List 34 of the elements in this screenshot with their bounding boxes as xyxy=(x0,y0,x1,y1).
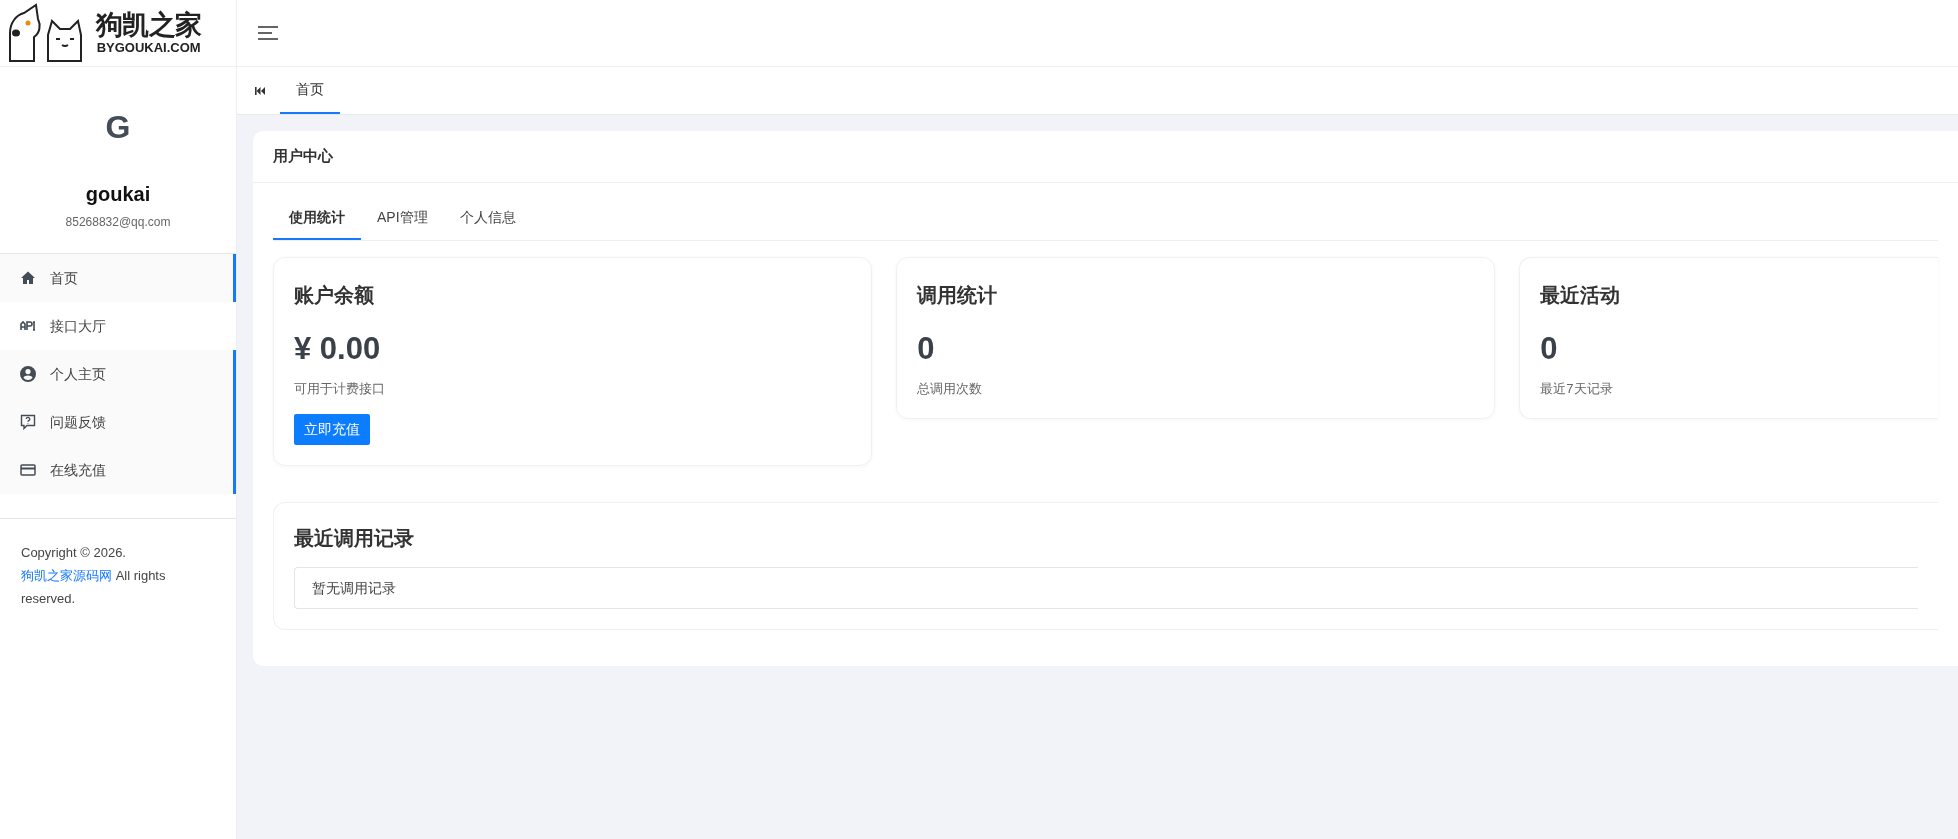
sidebar-item[interactable]: 个人主页 xyxy=(0,350,236,398)
sidebar-item[interactable]: 在线充值 xyxy=(0,446,236,494)
panel-tab[interactable]: API管理 xyxy=(361,207,444,240)
card-caption: 总调用次数 xyxy=(917,379,984,398)
card-caption: 可用于计费接口 xyxy=(294,379,386,398)
user-icon xyxy=(20,366,36,382)
card-value: 0 xyxy=(1540,330,1559,368)
avatar-initial: G xyxy=(105,111,131,143)
empty-records-message: 暂无调用记录 xyxy=(294,567,1918,609)
card-caption: 最近7天记录 xyxy=(1540,379,1614,398)
card-value: ¥ 0.00 xyxy=(294,330,382,368)
sidebar-item[interactable]: 问题反馈 xyxy=(0,398,236,446)
logo-title: 狗凯之家 xyxy=(96,12,202,39)
user-name: goukai xyxy=(85,182,151,207)
card-value: 0 xyxy=(917,330,936,368)
copyright-text: Copyright © 2026. 狗凯之家源码网 All rights reserved. xyxy=(21,544,167,608)
card-title: 账户余额 xyxy=(294,283,375,308)
panel-title: 用户中心 xyxy=(273,146,333,167)
recharge-button[interactable]: 立即充值 xyxy=(294,414,370,445)
page-tab[interactable]: 首页 xyxy=(280,67,340,114)
card-title: 调用统计 xyxy=(917,283,999,308)
sidebar-item[interactable]: 首页 xyxy=(0,254,236,302)
menu-icon[interactable] xyxy=(257,25,279,41)
site-link[interactable]: 狗凯之家源码网 xyxy=(21,568,112,583)
feedback-icon xyxy=(20,414,36,430)
user-email: 85268832@qq.com xyxy=(65,214,171,231)
panel-tab[interactable]: 个人信息 xyxy=(443,207,532,240)
credit-card-icon xyxy=(20,462,36,478)
card-title: 最近活动 xyxy=(1540,283,1622,308)
api-icon xyxy=(20,320,36,332)
logo-subtitle: BYGOUKAI.COM xyxy=(96,41,201,54)
home-icon xyxy=(20,270,36,286)
panel-tab[interactable]: 使用统计 xyxy=(273,207,361,240)
records-title: 最近调用记录 xyxy=(294,526,415,551)
